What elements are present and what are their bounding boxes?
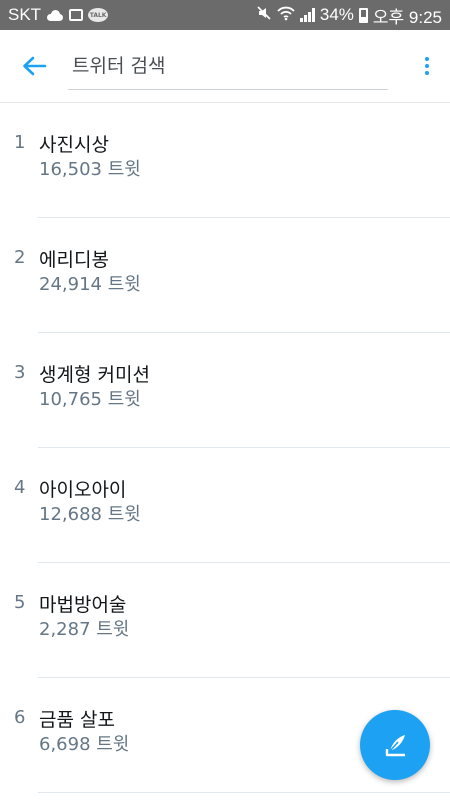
trend-count: 24,914 트윗 bbox=[39, 274, 141, 295]
trend-list: 1 사진시상 16,503 트윗 2 에리디봉 24,914 트윗 3 생계형 … bbox=[0, 103, 450, 793]
trend-rank: 2 bbox=[14, 247, 26, 268]
back-arrow-icon bbox=[23, 56, 47, 76]
trend-item[interactable]: 2 에리디봉 24,914 트윗 bbox=[0, 218, 450, 333]
trend-rank: 6 bbox=[14, 707, 26, 728]
trend-name: 마법방어술 bbox=[39, 594, 127, 616]
trend-rank: 3 bbox=[14, 362, 26, 383]
trend-item[interactable]: 3 생계형 커미션 10,765 트윗 bbox=[0, 333, 450, 448]
dot bbox=[425, 57, 429, 61]
dot bbox=[425, 64, 429, 68]
compose-icon bbox=[385, 735, 405, 757]
signal-icon bbox=[299, 8, 315, 22]
cloud-icon bbox=[46, 9, 64, 21]
mute-icon bbox=[256, 5, 272, 25]
battery-percent: 34% bbox=[319, 5, 354, 24]
trend-rank: 1 bbox=[14, 132, 26, 153]
clock: 오후 9:25 bbox=[372, 7, 442, 27]
trend-count: 12,688 트윗 bbox=[39, 504, 141, 525]
trend-name: 금품 살포 bbox=[39, 709, 115, 731]
search-input[interactable] bbox=[68, 54, 388, 79]
trend-count: 16,503 트윗 bbox=[39, 159, 141, 180]
status-bar-left: SKT TALK bbox=[8, 5, 109, 25]
trend-count: 10,765 트윗 bbox=[39, 389, 141, 410]
search-field[interactable] bbox=[68, 44, 388, 90]
talk-icon: TALK bbox=[88, 8, 109, 22]
status-bar: SKT TALK 34% 오후 9:25 bbox=[0, 0, 450, 30]
divider bbox=[38, 792, 450, 793]
trend-name: 사진시상 bbox=[39, 134, 109, 156]
trend-rank: 4 bbox=[14, 477, 26, 498]
trend-name: 에리디봉 bbox=[39, 249, 109, 271]
trend-item[interactable]: 5 마법방어술 2,287 트윗 bbox=[0, 563, 450, 678]
battery-icon bbox=[358, 7, 368, 23]
dot bbox=[425, 71, 429, 75]
compose-tweet-button[interactable] bbox=[360, 710, 430, 780]
more-options-icon[interactable] bbox=[418, 50, 436, 82]
search-header bbox=[0, 30, 450, 103]
trend-item[interactable]: 1 사진시상 16,503 트윗 bbox=[0, 103, 450, 218]
status-bar-right: 34% 오후 9:25 bbox=[256, 3, 442, 28]
trend-item[interactable]: 4 아이오아이 12,688 트윗 bbox=[0, 448, 450, 563]
trend-count: 2,287 트윗 bbox=[39, 619, 130, 640]
trend-name: 아이오아이 bbox=[39, 479, 127, 501]
trend-name: 생계형 커미션 bbox=[39, 364, 150, 386]
carrier-label: SKT bbox=[8, 5, 42, 24]
trend-rank: 5 bbox=[14, 592, 26, 613]
gallery-icon bbox=[69, 9, 84, 21]
back-button[interactable] bbox=[14, 48, 54, 84]
trend-count: 6,698 트윗 bbox=[39, 734, 130, 755]
wifi-icon bbox=[277, 5, 295, 25]
